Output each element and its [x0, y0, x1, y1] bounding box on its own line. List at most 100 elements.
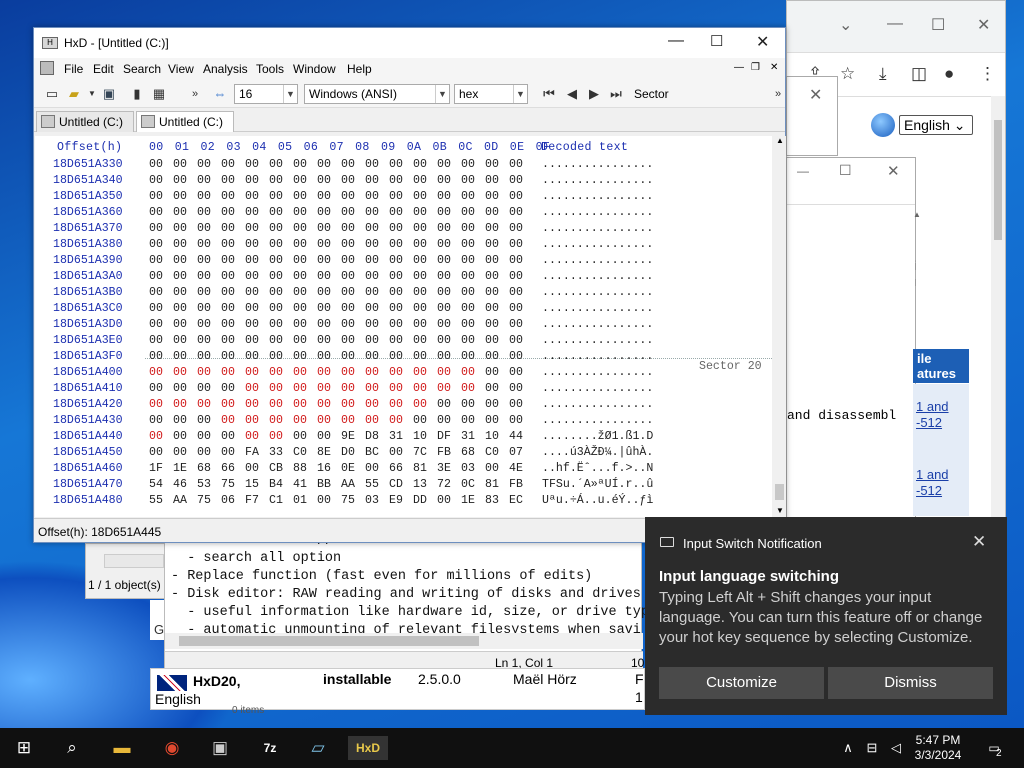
hex-byte[interactable]: 00: [173, 222, 197, 235]
hex-byte[interactable]: D8: [365, 430, 389, 443]
hex-byte[interactable]: 00: [245, 158, 269, 171]
hex-byte[interactable]: 00: [437, 286, 461, 299]
chevron-up-icon[interactable]: ∧: [836, 736, 860, 760]
chevron-down-icon[interactable]: ⌄: [839, 15, 852, 35]
row-decoded-text[interactable]: ................: [542, 382, 653, 395]
hex-byte[interactable]: 01: [293, 494, 317, 507]
hex-byte[interactable]: 00: [173, 398, 197, 411]
hex-byte[interactable]: 00: [197, 286, 221, 299]
row-bytes[interactable]: 1F 1E 68 66 00 CB 88 16 0E 00 66 81 3E 03 00 4E: [149, 462, 533, 475]
hex-byte[interactable]: AA: [341, 478, 365, 491]
chevron-down-icon[interactable]: ▼: [84, 86, 100, 102]
hex-byte[interactable]: 68: [461, 446, 485, 459]
row-decoded-text[interactable]: ................: [542, 414, 653, 427]
feature-link[interactable]: -512: [916, 483, 942, 498]
hex-byte[interactable]: 00: [149, 206, 173, 219]
hex-byte[interactable]: 00: [197, 174, 221, 187]
hex-byte[interactable]: 00: [149, 350, 173, 363]
hex-byte[interactable]: CD: [389, 478, 413, 491]
hex-byte[interactable]: 00: [293, 190, 317, 203]
hex-byte[interactable]: 00: [245, 366, 269, 379]
hex-vscrollbar[interactable]: ▲ ▼: [773, 136, 786, 517]
hex-byte[interactable]: 00: [389, 222, 413, 235]
hex-byte[interactable]: 72: [437, 478, 461, 491]
scroll-track[interactable]: [104, 554, 164, 568]
row-bytes[interactable]: 00 00 00 00 00 00 00 00 00 00 00 00 00 00 00 00: [149, 318, 533, 331]
hex-byte[interactable]: 00: [365, 222, 389, 235]
row-bytes[interactable]: 00 00 00 00 00 00 00 00 00 00 00 00 00 00 00 00: [149, 414, 533, 427]
download-icon[interactable]: ⤓: [879, 64, 887, 84]
open-ram-icon[interactable]: ▦: [151, 86, 167, 102]
new-file-icon[interactable]: ▭: [44, 86, 60, 102]
hex-byte[interactable]: 00: [389, 286, 413, 299]
hex-byte[interactable]: 00: [197, 366, 221, 379]
hex-byte[interactable]: 00: [389, 398, 413, 411]
plugin-list-row[interactable]: HxD20, English installable 2.5.0.0 Maël …: [150, 668, 645, 710]
maximize-icon[interactable]: ☐: [839, 162, 852, 179]
hex-byte[interactable]: D0: [341, 446, 365, 459]
hex-byte[interactable]: 00: [293, 238, 317, 251]
hex-byte[interactable]: 00: [149, 414, 173, 427]
hex-byte[interactable]: C0: [293, 446, 317, 459]
hex-byte[interactable]: 00: [485, 334, 509, 347]
row-bytes[interactable]: 00 00 00 00 00 00 00 00 00 00 00 00 00 00 00 00: [149, 302, 533, 315]
hex-byte[interactable]: 00: [197, 254, 221, 267]
hex-byte[interactable]: 00: [173, 318, 197, 331]
maximize-icon[interactable]: ☐: [931, 15, 945, 35]
hex-byte[interactable]: 00: [461, 190, 485, 203]
hex-byte[interactable]: 00: [149, 430, 173, 443]
hex-byte[interactable]: 00: [221, 446, 245, 459]
charset-select[interactable]: Windows (ANSI) ▼: [304, 84, 450, 104]
hex-byte[interactable]: 00: [149, 238, 173, 251]
hex-byte[interactable]: 00: [509, 382, 533, 395]
hex-byte[interactable]: BC: [365, 446, 389, 459]
hex-byte[interactable]: 0C: [461, 478, 485, 491]
hex-byte[interactable]: 00: [221, 238, 245, 251]
hex-byte[interactable]: 81: [485, 478, 509, 491]
hex-byte[interactable]: 00: [509, 254, 533, 267]
hex-byte[interactable]: 00: [389, 366, 413, 379]
hex-byte[interactable]: 00: [269, 366, 293, 379]
hex-byte[interactable]: 00: [245, 302, 269, 315]
terminal-icon[interactable]: ▣: [208, 736, 232, 760]
hex-byte[interactable]: 00: [437, 366, 461, 379]
hex-byte[interactable]: 00: [365, 174, 389, 187]
row-bytes[interactable]: 00 00 00 00 00 00 00 00 00 00 00 00 00 00 00 00: [149, 398, 533, 411]
hex-byte[interactable]: 00: [221, 382, 245, 395]
mdi-restore-icon[interactable]: ❐: [751, 62, 760, 73]
hex-byte[interactable]: 00: [437, 414, 461, 427]
hex-byte[interactable]: 00: [437, 318, 461, 331]
dismiss-button[interactable]: Dismiss: [828, 667, 993, 699]
hex-byte[interactable]: 46: [173, 478, 197, 491]
hex-byte[interactable]: 00: [269, 222, 293, 235]
hex-byte[interactable]: 00: [149, 446, 173, 459]
close-icon[interactable]: ✕: [887, 162, 900, 180]
hex-byte[interactable]: 00: [485, 398, 509, 411]
hex-byte[interactable]: 00: [173, 414, 197, 427]
hex-byte[interactable]: 75: [341, 494, 365, 507]
hex-byte[interactable]: 00: [365, 238, 389, 251]
hex-byte[interactable]: 00: [293, 334, 317, 347]
hex-byte[interactable]: FB: [437, 446, 461, 459]
hex-byte[interactable]: 00: [461, 382, 485, 395]
hex-byte[interactable]: 00: [269, 302, 293, 315]
hex-byte[interactable]: 00: [293, 286, 317, 299]
hex-byte[interactable]: 33: [269, 446, 293, 459]
browser-scrollbar[interactable]: [991, 96, 1005, 522]
hex-byte[interactable]: 00: [293, 254, 317, 267]
hex-byte[interactable]: 00: [245, 190, 269, 203]
hex-byte[interactable]: 00: [245, 286, 269, 299]
row-decoded-text[interactable]: ................: [542, 334, 653, 347]
tab-untitled-1[interactable]: Untitled (C:): [36, 111, 134, 132]
hex-byte[interactable]: 00: [173, 334, 197, 347]
hex-byte[interactable]: 00: [293, 270, 317, 283]
hex-byte[interactable]: 00: [149, 318, 173, 331]
hex-byte[interactable]: 00: [365, 350, 389, 363]
hex-byte[interactable]: 00: [509, 286, 533, 299]
hex-byte[interactable]: 00: [317, 398, 341, 411]
row-bytes[interactable]: 00 00 00 00 00 00 00 00 00 00 00 00 00 00 00 00: [149, 238, 533, 251]
row-bytes[interactable]: 00 00 00 00 00 00 00 00 00 00 00 00 00 00 00 00: [149, 382, 533, 395]
hex-byte[interactable]: 00: [197, 238, 221, 251]
hex-byte[interactable]: 00: [509, 350, 533, 363]
hex-byte[interactable]: 00: [509, 366, 533, 379]
